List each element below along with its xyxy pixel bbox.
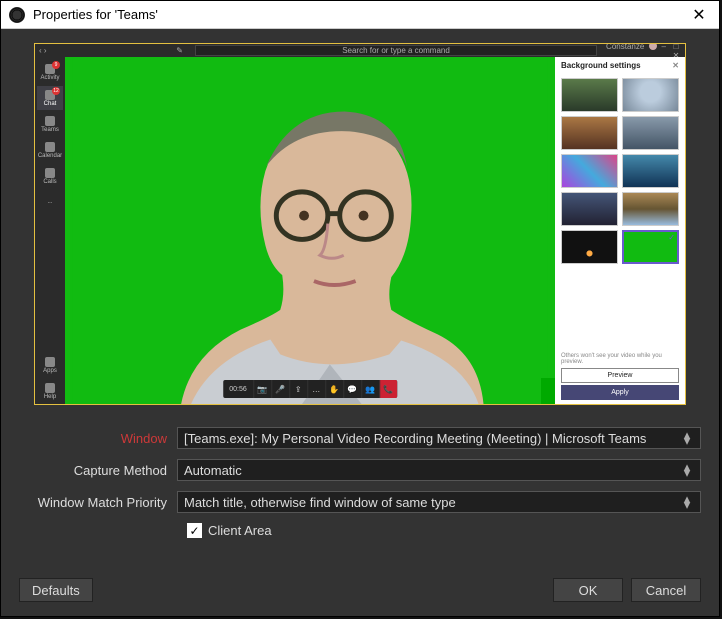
cancel-button[interactable]: Cancel xyxy=(631,578,701,602)
spinner-icon: ▴▾ xyxy=(680,464,694,476)
ok-button[interactable]: OK xyxy=(553,578,623,602)
client-area-label: Client Area xyxy=(208,523,272,538)
rail-apps[interactable]: Apps xyxy=(37,353,63,377)
badge: 9 xyxy=(52,61,60,69)
share-icon[interactable]: ⇪ xyxy=(289,380,307,398)
window-value: [Teams.exe]: My Personal Video Recording… xyxy=(184,431,646,446)
bg-panel-close-icon[interactable]: ✕ xyxy=(672,61,679,70)
bg-option[interactable] xyxy=(561,154,618,188)
bg-option[interactable] xyxy=(622,192,679,226)
rail-activity[interactable]: Activity 9 xyxy=(37,60,63,84)
self-view-tray[interactable] xyxy=(541,378,555,404)
capture-preview: ‹ › ✎ Search for or type a command Const… xyxy=(34,43,686,405)
rail-label: Chat xyxy=(44,101,57,107)
priority-value: Match title, otherwise find window of sa… xyxy=(184,495,456,510)
dialog-title: Properties for 'Teams' xyxy=(33,7,687,22)
capture-method-label: Capture Method xyxy=(19,463,177,478)
spinner-icon: ▴▾ xyxy=(680,432,694,444)
rail-teams[interactable]: Teams xyxy=(37,112,63,136)
rail-label: Teams xyxy=(41,127,59,133)
spinner-icon: ▴▾ xyxy=(680,496,694,508)
rail-calls[interactable]: Calls xyxy=(37,164,63,188)
bg-option[interactable] xyxy=(622,116,679,150)
bg-note: Others won't see your video while you pr… xyxy=(561,353,679,365)
badge: 12 xyxy=(52,87,60,95)
bg-panel-title: Background settings xyxy=(561,61,641,70)
bg-panel-footer: Others won't see your video while you pr… xyxy=(555,349,685,404)
bg-option[interactable] xyxy=(561,116,618,150)
titlebar: Properties for 'Teams' ✕ xyxy=(1,1,719,29)
camera-icon[interactable]: 📷 xyxy=(253,380,271,398)
nav-arrows-icon[interactable]: ‹ › xyxy=(39,46,69,55)
dialog-body: ‹ › ✎ Search for or type a command Const… xyxy=(1,29,719,598)
mic-icon[interactable]: 🎤 xyxy=(271,380,289,398)
maximize-icon[interactable]: □ xyxy=(671,43,681,51)
rail-chat[interactable]: Chat 12 xyxy=(37,86,63,110)
avatar-icon xyxy=(649,43,657,50)
apps-icon xyxy=(45,357,55,367)
user-name-label: Constanze xyxy=(606,43,644,51)
rail-label: Help xyxy=(44,394,56,400)
obs-icon xyxy=(9,7,25,23)
properties-form: Window [Teams.exe]: My Personal Video Re… xyxy=(19,427,701,538)
calendar-icon xyxy=(45,142,55,152)
bg-option[interactable] xyxy=(561,192,618,226)
priority-label: Window Match Priority xyxy=(19,495,177,510)
window-select[interactable]: [Teams.exe]: My Personal Video Recording… xyxy=(177,427,701,449)
bg-option[interactable] xyxy=(561,230,618,264)
dialog-buttons: Defaults OK Cancel xyxy=(19,578,701,602)
rail-label: ... xyxy=(47,199,52,205)
teams-body: Activity 9 Chat 12 Teams Calendar xyxy=(35,57,685,404)
bg-apply-button[interactable]: Apply xyxy=(561,385,679,400)
client-area-checkbox[interactable]: ✓ xyxy=(187,523,202,538)
background-settings-panel: Background settings ✕ xyxy=(555,57,685,404)
search-input[interactable]: Search for or type a command xyxy=(195,45,597,56)
bg-option[interactable] xyxy=(622,78,679,112)
rail-label: Calls xyxy=(43,179,56,185)
chat-toggle-icon[interactable]: 💬 xyxy=(343,380,361,398)
rail-label: Calendar xyxy=(38,153,62,159)
participant-video xyxy=(65,57,555,404)
defaults-button[interactable]: Defaults xyxy=(19,578,93,602)
video-area: 00:56 📷 🎤 ⇪ … ✋ 💬 👥 📞 xyxy=(65,57,555,404)
priority-select[interactable]: Match title, otherwise find window of sa… xyxy=(177,491,701,513)
raise-hand-icon[interactable]: ✋ xyxy=(325,380,343,398)
minimize-icon[interactable]: – xyxy=(659,43,669,51)
people-icon[interactable]: 👥 xyxy=(361,380,379,398)
rail-label: Apps xyxy=(43,368,57,374)
rail-help[interactable]: Help xyxy=(37,379,63,403)
bg-option-selected[interactable] xyxy=(622,230,679,264)
bg-grid xyxy=(555,74,685,268)
call-duration: 00:56 xyxy=(223,386,253,393)
client-area-row: ✓ Client Area xyxy=(187,523,701,538)
teams-icon xyxy=(45,116,55,126)
properties-dialog: Properties for 'Teams' ✕ ‹ › ✎ Search fo… xyxy=(0,0,720,617)
bg-option[interactable] xyxy=(622,154,679,188)
rail-calendar[interactable]: Calendar xyxy=(37,138,63,162)
teams-rail: Activity 9 Chat 12 Teams Calendar xyxy=(35,57,65,404)
capture-method-select[interactable]: Automatic ▴▾ xyxy=(177,459,701,481)
bg-option[interactable] xyxy=(561,78,618,112)
teams-titlebar: ‹ › ✎ Search for or type a command Const… xyxy=(35,44,685,57)
compose-icon[interactable]: ✎ xyxy=(69,46,189,55)
call-toolbar: 00:56 📷 🎤 ⇪ … ✋ 💬 👥 📞 xyxy=(223,380,397,398)
rail-more[interactable]: ... xyxy=(37,190,63,214)
rail-label: Activity xyxy=(40,75,59,81)
bg-preview-button[interactable]: Preview xyxy=(561,368,679,383)
hangup-icon[interactable]: 📞 xyxy=(379,380,397,398)
close-icon[interactable]: ✕ xyxy=(687,5,711,25)
phone-icon xyxy=(45,168,55,178)
bg-panel-header: Background settings ✕ xyxy=(555,57,685,74)
help-icon xyxy=(45,383,55,393)
capture-method-value: Automatic xyxy=(184,463,242,478)
button-spacer xyxy=(93,578,553,602)
more-icon[interactable]: … xyxy=(307,380,325,398)
window-label: Window xyxy=(19,431,177,446)
